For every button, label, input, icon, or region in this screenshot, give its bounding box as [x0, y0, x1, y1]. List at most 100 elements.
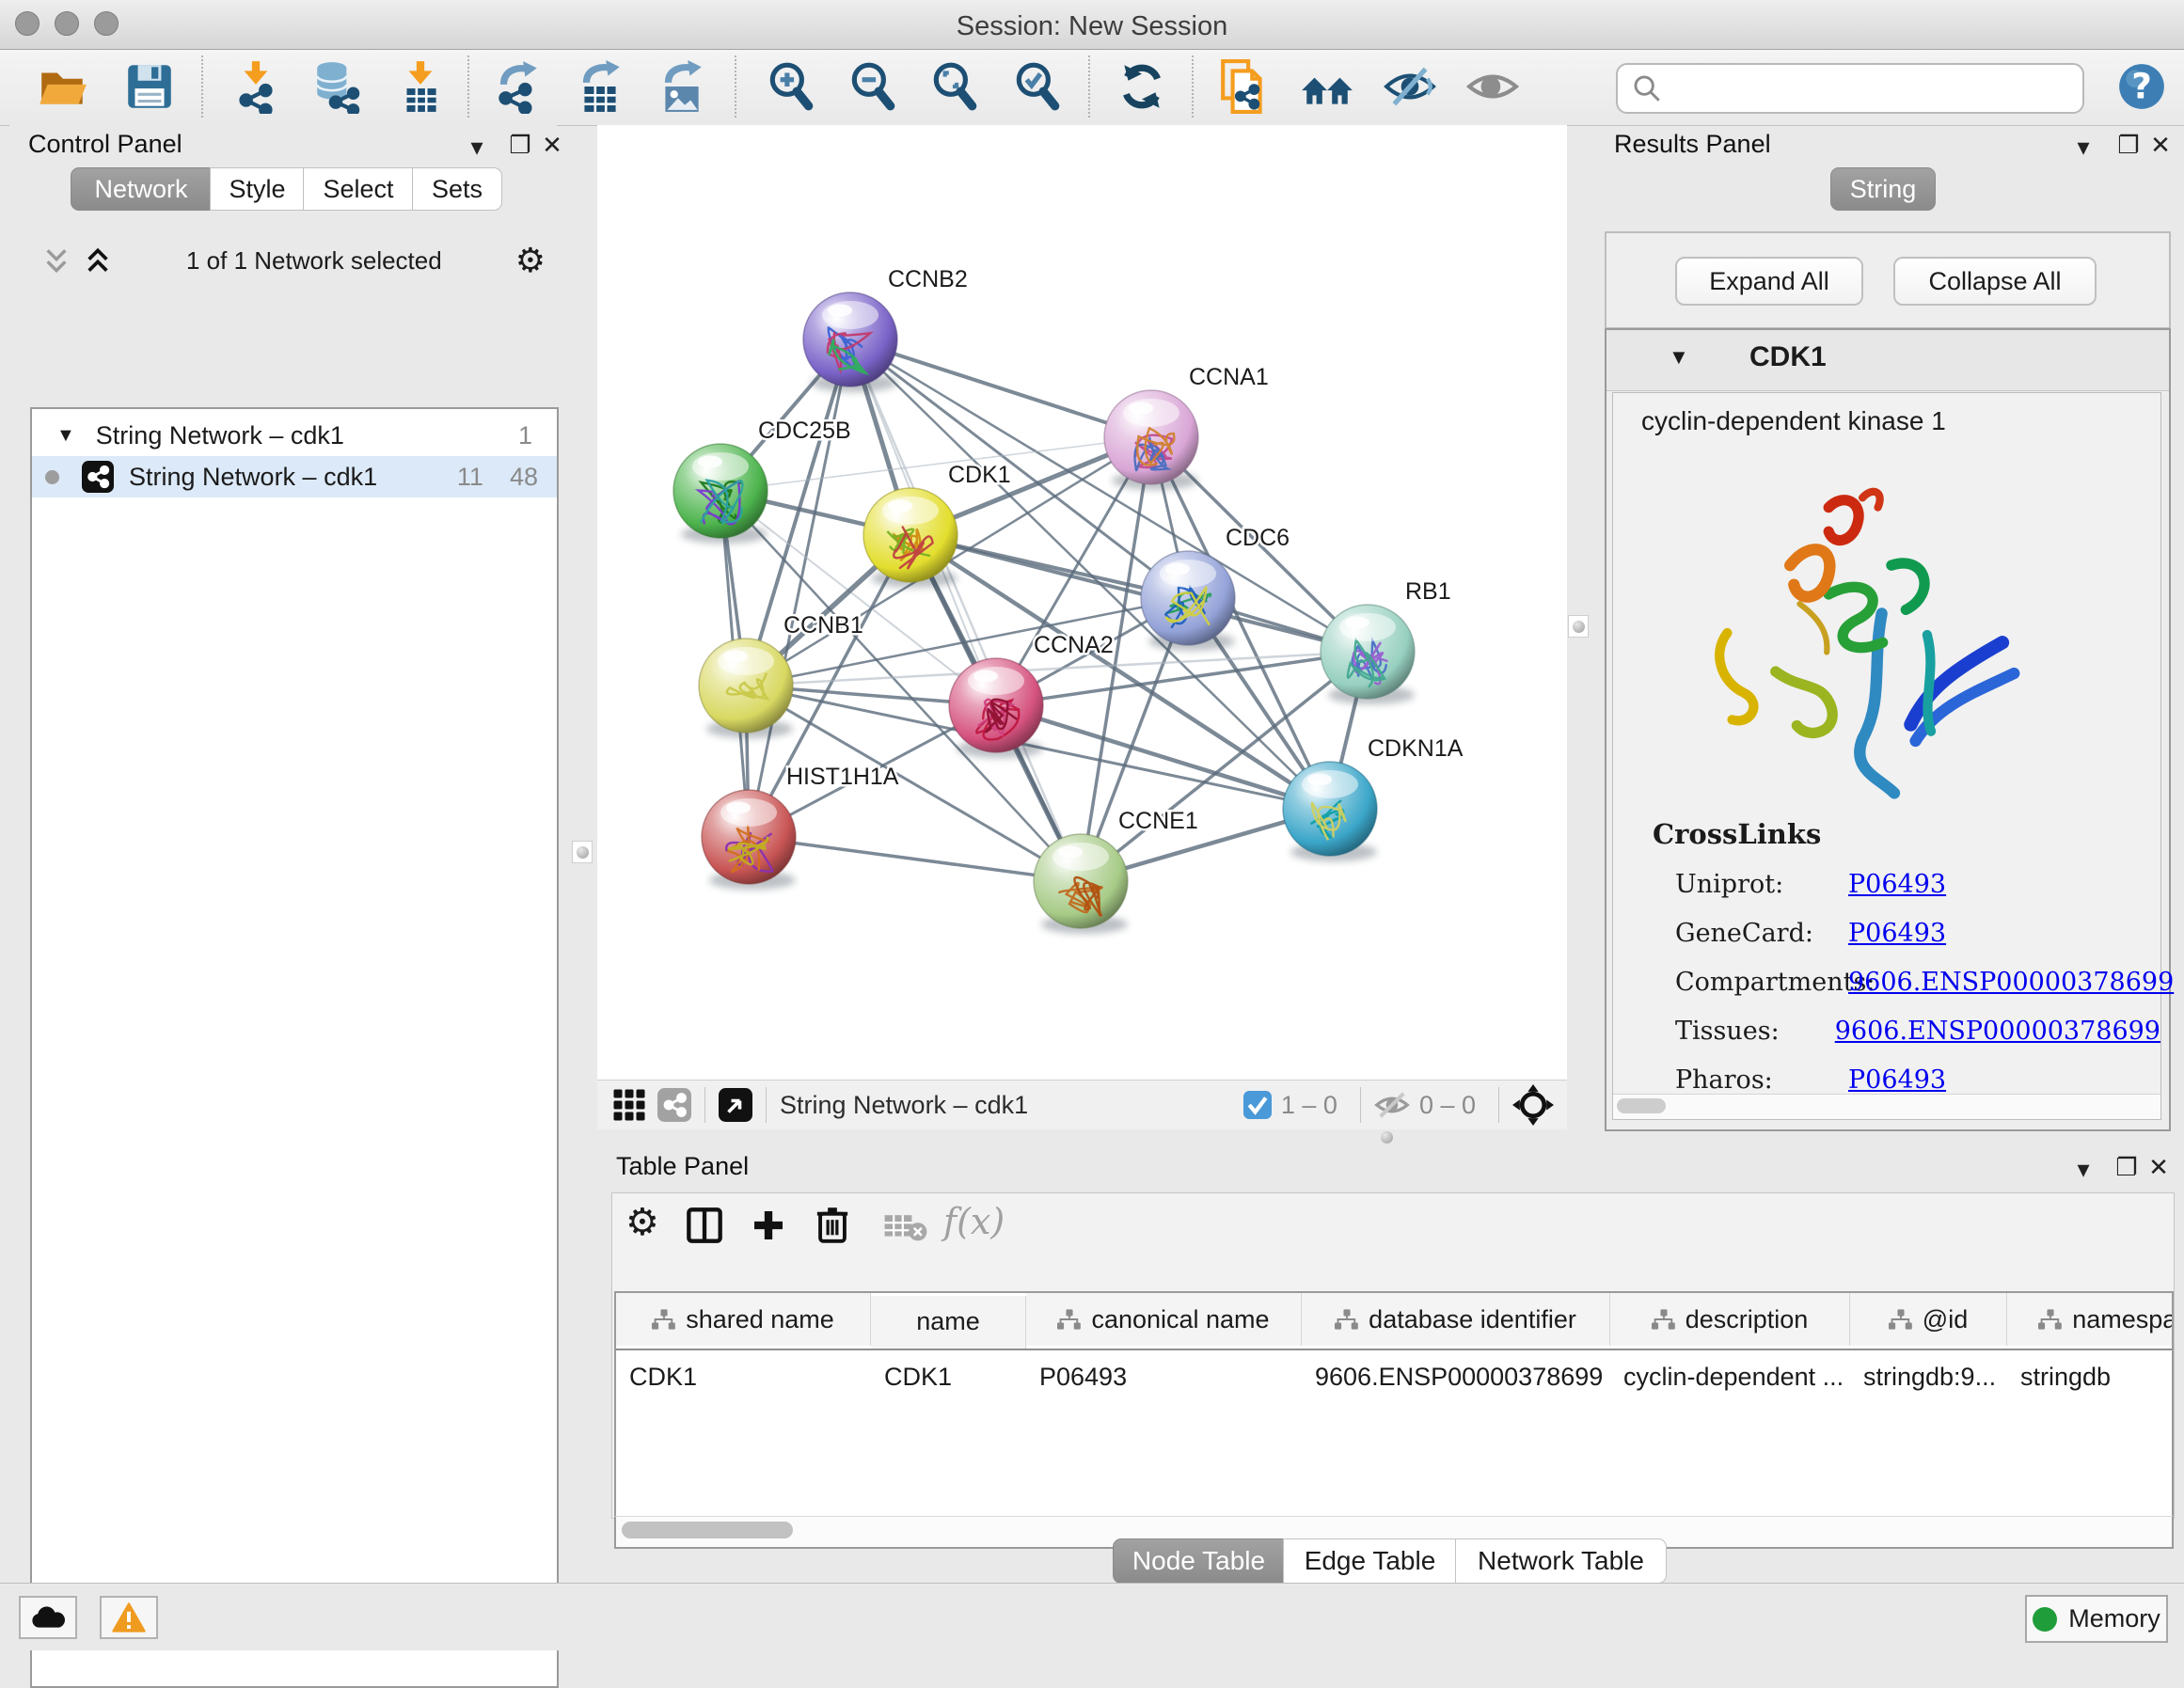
node-CDC6[interactable]: [1141, 551, 1235, 651]
refresh-icon[interactable]: [1115, 59, 1169, 114]
table-cell[interactable]: cyclin-dependent ...: [1610, 1350, 1850, 1403]
column-header-description[interactable]: description: [1610, 1293, 1850, 1346]
control-panel-float-icon[interactable]: ❐: [506, 131, 534, 160]
import-network-database-icon[interactable]: [310, 59, 365, 114]
table-cell[interactable]: 9606.ENSP00000378699: [1302, 1350, 1610, 1403]
collapse-all-chevrons-icon[interactable]: [83, 245, 113, 276]
table-cell[interactable]: CDK1: [616, 1350, 871, 1403]
tree-expander-icon[interactable]: ▼: [56, 425, 75, 447]
export-image-icon[interactable]: [655, 59, 709, 114]
results-panel-collapse-icon[interactable]: ▾: [2069, 133, 2097, 162]
table-delete-icon[interactable]: [814, 1205, 851, 1244]
node-CDK1[interactable]: [863, 488, 957, 588]
selected-checkbox-icon[interactable]: [1243, 1091, 1272, 1119]
column-header-database-identifier[interactable]: database identifier: [1302, 1293, 1610, 1346]
entry-expander-icon[interactable]: ▼: [1669, 345, 1689, 370]
table-panel-float-icon[interactable]: ❐: [2113, 1153, 2141, 1182]
edge-CCNB2-HIST1H1A[interactable]: [749, 339, 850, 837]
node-HIST1H1A[interactable]: [702, 790, 796, 890]
zoom-in-icon[interactable]: [764, 59, 818, 114]
memory-button[interactable]: Memory: [2025, 1595, 2168, 1643]
table-cell[interactable]: stringdb:9...: [1850, 1350, 2007, 1403]
tab-network-table[interactable]: Network Table: [1455, 1538, 1667, 1584]
tab-sets[interactable]: Sets: [412, 167, 502, 211]
column-header-canonical-name[interactable]: canonical name: [1026, 1293, 1302, 1346]
table-cell[interactable]: P06493: [1026, 1350, 1302, 1403]
table-row[interactable]: CDK1CDK1P064939606.ENSP00000378699cyclin…: [616, 1350, 2172, 1408]
export-network-icon[interactable]: [490, 59, 545, 114]
fit-crosshair-icon[interactable]: [1512, 1084, 1554, 1126]
cloud-button[interactable]: [19, 1596, 77, 1639]
edge-CCNB2-CCNE1[interactable]: [850, 339, 1081, 881]
save-session-icon[interactable]: [122, 59, 177, 114]
right-splitter-handle[interactable]: [1568, 615, 1589, 638]
zoom-out-icon[interactable]: [846, 59, 900, 114]
tab-select[interactable]: Select: [303, 167, 414, 211]
tab-node-table[interactable]: Node Table: [1113, 1538, 1285, 1584]
import-network-file-icon[interactable]: [229, 59, 283, 114]
export-table-icon[interactable]: [573, 59, 627, 114]
results-panel-float-icon[interactable]: ❐: [2114, 131, 2143, 160]
table-panel: Table Panel ▾ ❐ ✕ ⚙ f(x) shared namename…: [597, 1141, 2175, 1583]
open-session-icon[interactable]: [36, 59, 90, 114]
edge-CDK1-RB1[interactable]: [910, 535, 1368, 652]
warning-button[interactable]: [100, 1596, 158, 1639]
table-columns-icon[interactable]: [686, 1207, 723, 1244]
help-icon[interactable]: ?: [2114, 59, 2169, 114]
node-CDC25B[interactable]: [673, 444, 768, 544]
import-table-file-icon[interactable]: [393, 59, 448, 114]
tab-network[interactable]: Network: [71, 167, 212, 211]
table-hscrollbar-thumb[interactable]: [622, 1522, 793, 1538]
column-header-shared-name[interactable]: shared name: [616, 1293, 871, 1346]
tab-edge-table[interactable]: Edge Table: [1283, 1538, 1457, 1584]
crosslink-link[interactable]: P06493: [1848, 1065, 1946, 1095]
column-header--id[interactable]: @id: [1850, 1293, 2007, 1346]
collapse-all-button[interactable]: Collapse All: [1893, 257, 2097, 306]
network-from-selection-icon[interactable]: [1217, 59, 1272, 114]
left-splitter-handle[interactable]: [572, 841, 593, 863]
column-header-name[interactable]: name: [871, 1296, 1026, 1349]
node-CCNB1[interactable]: [699, 639, 793, 738]
birds-eye-view-icon[interactable]: [719, 1088, 752, 1122]
network-view-share-icon[interactable]: [657, 1088, 691, 1122]
table-cell[interactable]: CDK1: [871, 1350, 1026, 1403]
node-CCNA2[interactable]: [949, 658, 1043, 758]
zoom-fit-icon[interactable]: [927, 59, 982, 114]
zoom-selected-icon[interactable]: [1010, 59, 1065, 114]
hide-eye-slash-icon[interactable]: [1383, 59, 1437, 114]
column-header-namespace[interactable]: namespace: [2007, 1293, 2174, 1346]
show-eye-icon[interactable]: [1465, 59, 1520, 114]
table-delete-table-icon[interactable]: [883, 1212, 928, 1242]
node-CDKN1A[interactable]: [1283, 762, 1377, 861]
crosslink-link[interactable]: 9606.ENSP00000378699: [1835, 1017, 2160, 1046]
tab-string[interactable]: String: [1830, 167, 1936, 211]
double-home-icon[interactable]: [1300, 59, 1354, 114]
table-add-column-icon[interactable]: [750, 1207, 787, 1244]
network-canvas[interactable]: CCNB2CCNA1CDC25BCDK1CDC6RB1CCNB1CCNA2CDK…: [597, 125, 1567, 1080]
grid-view-icon[interactable]: [612, 1088, 646, 1122]
crosslink-link[interactable]: P06493: [1848, 919, 1946, 948]
control-panel-close-icon[interactable]: ✕: [538, 131, 566, 160]
tab-style[interactable]: Style: [210, 167, 305, 211]
table-gear-icon[interactable]: ⚙: [625, 1201, 659, 1244]
table-panel-collapse-icon[interactable]: ▾: [2069, 1155, 2097, 1184]
network-options-gear-icon[interactable]: ⚙: [515, 241, 546, 280]
node-RB1[interactable]: [1321, 605, 1415, 704]
network-collection-row[interactable]: ▼ String Network – cdk1 1: [32, 415, 557, 456]
node-CCNA1[interactable]: [1104, 390, 1198, 490]
toolbar-search[interactable]: [1616, 63, 2084, 114]
edge-HIST1H1A-CCNE1[interactable]: [749, 837, 1081, 881]
crosslink-link[interactable]: P06493: [1848, 870, 1946, 899]
table-function-builder-icon[interactable]: f(x): [943, 1201, 1005, 1242]
expand-all-chevrons-icon[interactable]: [41, 245, 71, 276]
table-panel-close-icon[interactable]: ✕: [2144, 1153, 2173, 1182]
results-panel-close-icon[interactable]: ✕: [2146, 131, 2175, 160]
search-input[interactable]: [1670, 73, 2082, 104]
table-cell[interactable]: stringdb: [2007, 1350, 2174, 1403]
crosslink-link[interactable]: 9606.ENSP00000378699: [1848, 968, 2174, 997]
node-CCNE1[interactable]: [1034, 834, 1128, 934]
entry-scrollbar[interactable]: [1613, 1094, 2160, 1119]
expand-all-button[interactable]: Expand All: [1675, 257, 1863, 306]
control-panel-collapse-icon[interactable]: ▾: [463, 133, 491, 162]
network-row[interactable]: String Network – cdk1 11 48: [32, 456, 557, 497]
